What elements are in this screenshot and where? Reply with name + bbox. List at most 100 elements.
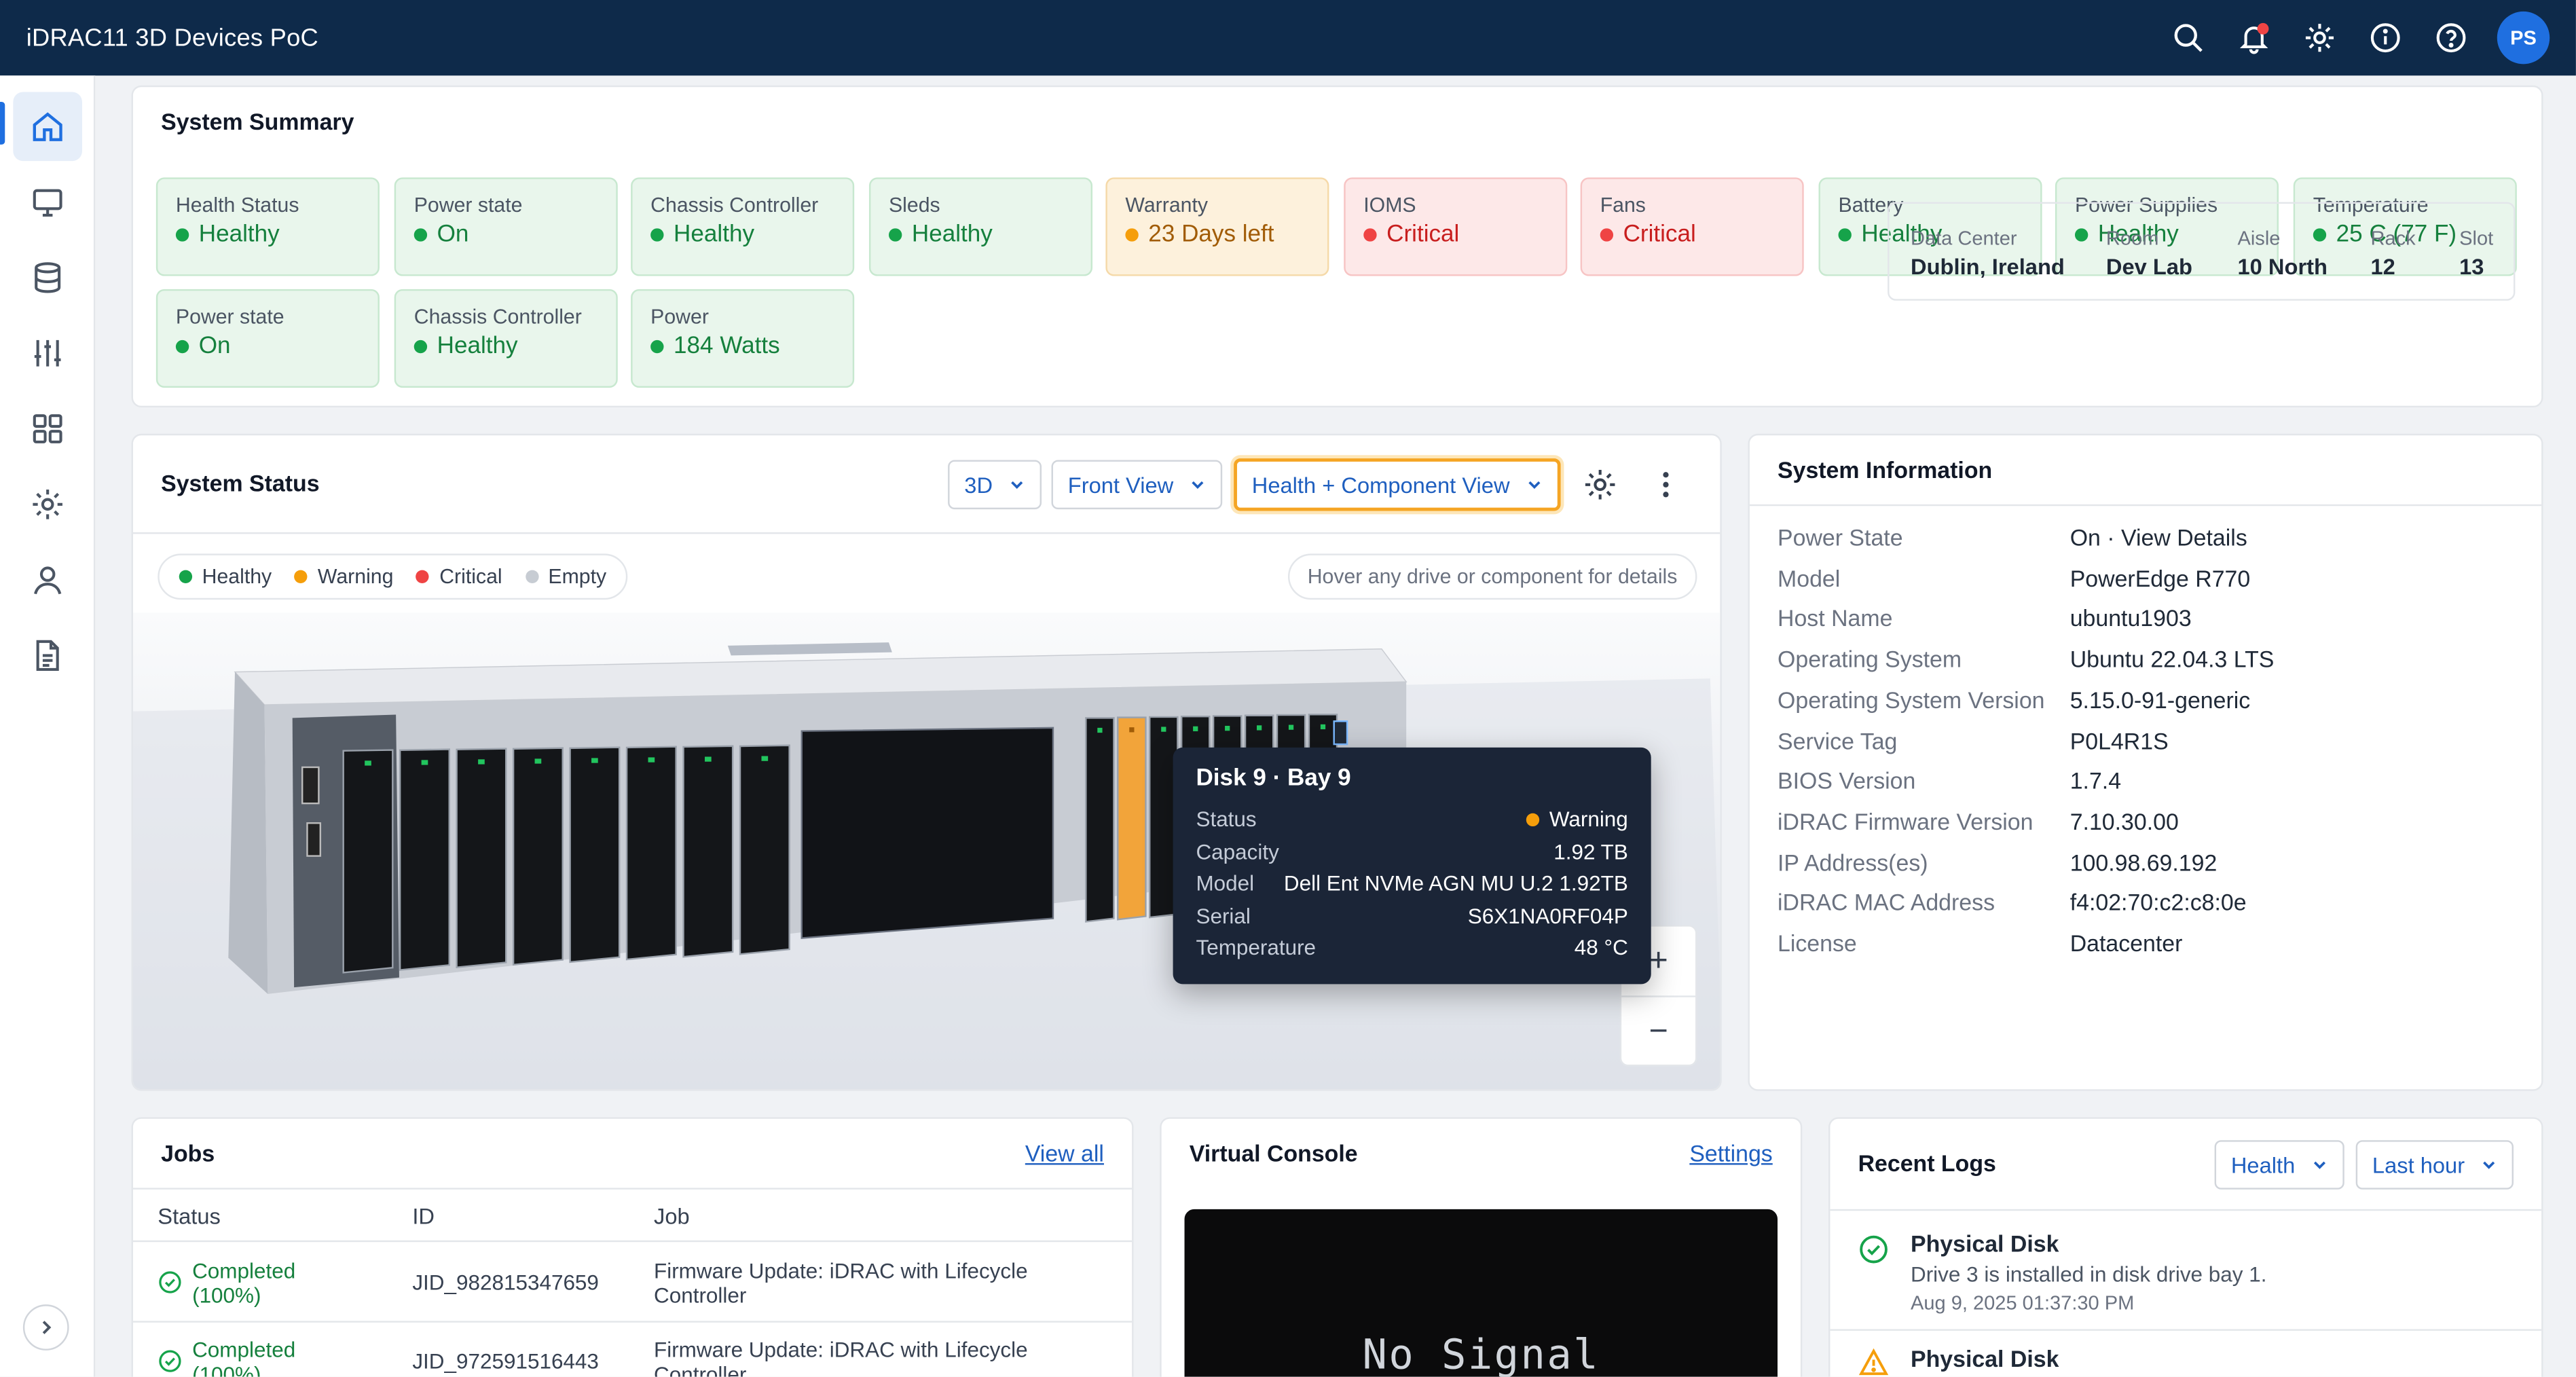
top-bar: iDRAC11 3D Devices PoC PS — [0, 0, 2576, 76]
apps-icon — [33, 414, 62, 443]
column-job[interactable]: Job — [654, 1205, 690, 1229]
legend-warning: Warning — [295, 565, 393, 588]
sliders-icon — [34, 339, 61, 367]
chevron-down-icon — [2483, 1161, 2495, 1169]
virtual-console-card: Virtual Console Settings No Signal — [1160, 1117, 1803, 1377]
zoom-out-button[interactable]: − — [1621, 997, 1695, 1068]
summary-tile[interactable]: Health Status Healthy — [155, 177, 380, 276]
summary-tile[interactable]: Warranty 23 Days left — [1105, 177, 1329, 276]
info-label: Model — [1778, 564, 1841, 591]
collapse-sidebar-button[interactable] — [22, 1304, 69, 1351]
summary-tile[interactable]: Power state On — [394, 177, 618, 276]
drive-bay-warning[interactable] — [1117, 716, 1147, 921]
summary-tile[interactable]: Sleds Healthy — [868, 177, 1093, 276]
sidebar-item-document[interactable] — [13, 621, 82, 691]
tile-value: 184 Watts — [650, 333, 834, 360]
info-label: IP Address(es) — [1778, 848, 1928, 875]
drive-bay[interactable] — [456, 748, 507, 968]
console-settings-link[interactable]: Settings — [1689, 1140, 1772, 1167]
drive-bay[interactable] — [342, 749, 394, 974]
summary-tile[interactable]: Fans Critical — [1580, 177, 1804, 276]
column-status[interactable]: Status — [158, 1205, 221, 1229]
tooltip-title: Disk 9 · Bay 9 — [1196, 765, 1351, 792]
sidebar-item-apps[interactable] — [13, 394, 82, 464]
hover-hint: Hover any drive or component for details — [1287, 553, 1697, 600]
mode-dropdown[interactable]: 3D — [948, 460, 1042, 510]
drive-led — [1288, 724, 1294, 730]
tile-value: On — [175, 333, 360, 360]
location-slot: Slot 13 — [2459, 226, 2494, 280]
info-row: Power State On · View Details — [1778, 524, 2247, 551]
info-row: Service Tag P0L4R1S — [1778, 727, 2169, 754]
overlay-dropdown[interactable]: Health + Component View — [1234, 458, 1561, 511]
tile-label: IOMS — [1363, 194, 1416, 217]
tile-label: Power state — [175, 306, 284, 329]
location-panel: Data Center Dublin, Ireland Room Dev Lab A… — [1888, 202, 2516, 301]
log-time-dropdown[interactable]: Last hour — [2355, 1140, 2514, 1190]
bell-icon[interactable] — [2221, 5, 2287, 71]
divider — [1830, 1329, 2542, 1331]
user-icon — [34, 566, 62, 595]
drive-bay[interactable] — [512, 747, 564, 966]
info-row: Model PowerEdge R770 — [1778, 565, 2250, 591]
drive-bay[interactable] — [399, 748, 450, 971]
log-time: Aug 9, 2025 01:37:30 PM — [1910, 1291, 2135, 1315]
console-screen[interactable]: No Signal — [1184, 1209, 1778, 1377]
info-row: License Datacenter — [1778, 930, 2182, 956]
job-id: JID_982815347659 — [412, 1270, 599, 1295]
drive-bay[interactable] — [682, 745, 734, 958]
view-dropdown[interactable]: Front View — [1051, 460, 1223, 510]
search-icon[interactable] — [2156, 5, 2222, 71]
location-rack: Rack 12 — [2370, 226, 2416, 280]
drive-bay[interactable] — [1085, 717, 1115, 923]
column-id[interactable]: ID — [412, 1205, 435, 1229]
summary-tile[interactable]: Chassis Controller Healthy — [394, 289, 618, 388]
summary-tile[interactable]: Power 184 Watts — [631, 289, 855, 388]
table-row[interactable]: Completed (100%) JID_982815347659 Firmware… — [132, 1244, 1133, 1323]
sidebar-item-storage[interactable] — [13, 243, 82, 312]
summary-tile[interactable]: Power state On — [155, 289, 380, 388]
active-indicator — [0, 102, 5, 145]
view-all-jobs-link[interactable]: View all — [1025, 1140, 1104, 1167]
sidebar-item-settings[interactable] — [13, 470, 82, 539]
tile-label: Chassis Controller — [413, 306, 582, 329]
info-value: 1.7.4 — [2069, 767, 2122, 794]
sidebar-item-user[interactable] — [13, 545, 82, 614]
tile-value: On — [413, 222, 598, 248]
drive-bay[interactable] — [739, 744, 790, 955]
tooltip-row-status: Status Warning — [1196, 807, 1628, 832]
help-icon[interactable] — [2418, 5, 2484, 71]
system-information-title: System Information — [1778, 456, 1993, 483]
avatar[interactable]: PS — [2497, 11, 2550, 65]
sidebar — [0, 75, 96, 1377]
divider — [1830, 1209, 2542, 1211]
viewer-settings-icon[interactable] — [1582, 466, 1618, 511]
tooltip-row-model: Model Dell Ent NVMe AGN MU U.2 1.92TB — [1196, 870, 1628, 896]
more-options-icon[interactable] — [1651, 466, 1681, 511]
location-aisle: Aisle 10 North — [2237, 226, 2328, 280]
log-title: Physical Disk — [1910, 1230, 2059, 1257]
table-row[interactable]: Completed (100%) JID_972591516443 Firmware… — [133, 1323, 1132, 1377]
sidebar-item-home[interactable] — [13, 92, 82, 162]
job-status: Completed (100%) — [192, 1258, 296, 1308]
drive-bay[interactable] — [625, 746, 677, 961]
system-summary-title: System Summary — [161, 108, 354, 135]
drive-led — [1320, 724, 1326, 730]
location-datacenter: Data Center Dublin, Ireland — [1910, 226, 2065, 280]
log-type-dropdown[interactable]: Health — [2214, 1140, 2344, 1190]
info-icon[interactable] — [2353, 5, 2418, 71]
drive-led — [591, 758, 598, 763]
summary-tile[interactable]: IOMS Critical — [1344, 177, 1568, 276]
chevron-down-icon — [1192, 481, 1204, 489]
drive-led — [705, 756, 712, 762]
sidebar-item-monitor[interactable] — [13, 168, 82, 237]
tile-label: Sleds — [889, 194, 940, 217]
info-value: 7.10.30.00 — [2069, 808, 2179, 834]
legend-critical: Critical — [416, 565, 502, 588]
job-name: Firmware Update: iDRAC with Lifecycle Co… — [654, 1337, 1028, 1377]
drive-bay[interactable] — [569, 746, 621, 963]
sidebar-item-sliders[interactable] — [13, 318, 82, 388]
info-value[interactable]: On · View Details — [2070, 524, 2247, 551]
summary-tile[interactable]: Chassis Controller Healthy — [631, 177, 855, 276]
gear-icon[interactable] — [2287, 5, 2353, 71]
